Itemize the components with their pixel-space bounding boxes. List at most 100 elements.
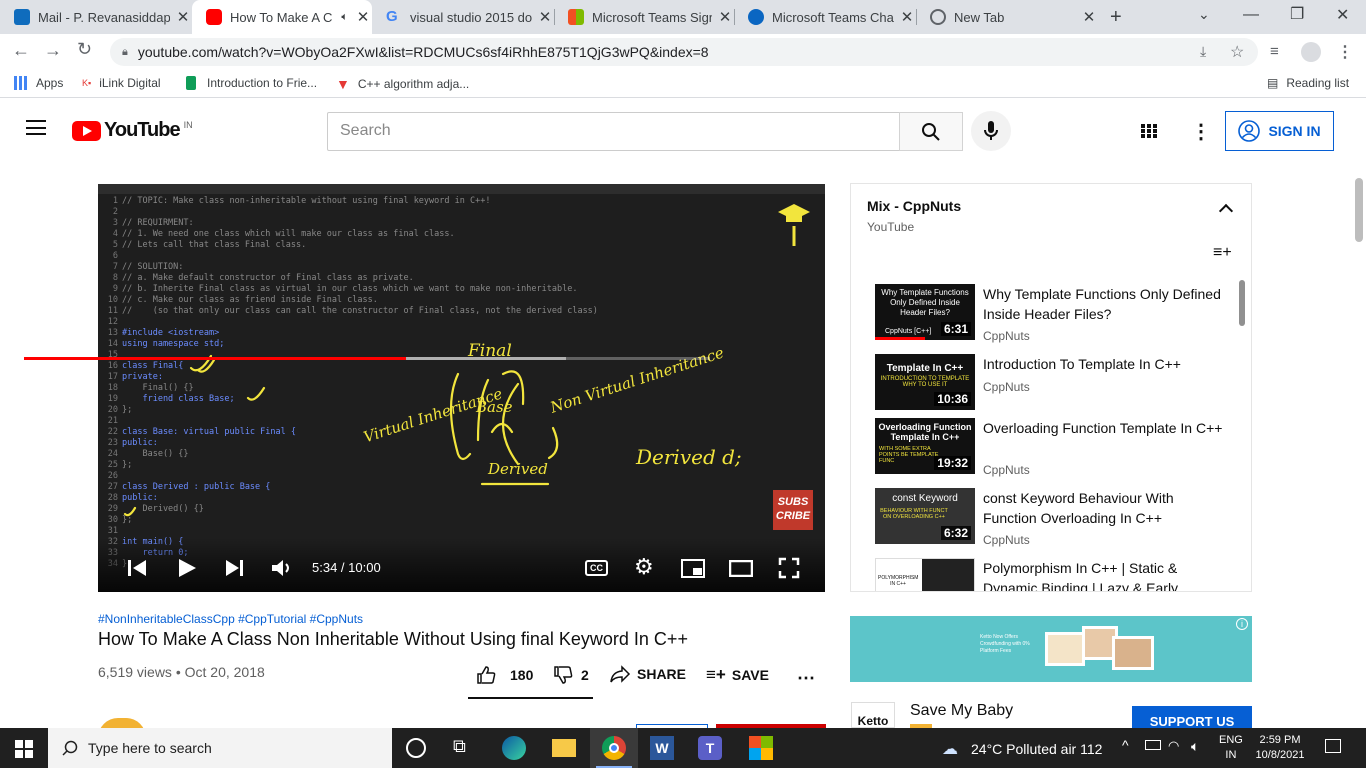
collapse-chevron-icon[interactable] [1218,203,1234,219]
video-title: How To Make A Class Non Inheritable With… [98,629,688,649]
close-tab-icon[interactable]: ✕ [536,8,554,26]
clock[interactable]: 2:59 PM 10/8/2021 [1252,733,1308,763]
language-indicator[interactable]: ENG IN [1219,733,1243,763]
store-app-icon[interactable] [749,736,773,760]
task-view-icon[interactable]: ⧉ [453,736,477,760]
volume-icon[interactable] [270,557,294,579]
triangle-logo-icon: ▼ [336,76,350,92]
bookmark-introduction[interactable]: Introduction to Frie... [186,76,317,90]
window-close-icon[interactable]: ✕ [1336,5,1349,25]
thumbs-up-icon [477,666,496,684]
playlist-title[interactable]: Mix - CppNuts [867,198,961,214]
edge-icon[interactable] [502,736,526,760]
media-control-icon[interactable]: ≡ [1270,43,1279,60]
dislike-button[interactable]: 2 [553,665,589,685]
save-playlist-icon[interactable]: ≡+ [1213,244,1232,262]
speaker-icon[interactable]: 🔈︎ [341,11,348,24]
more-actions-icon[interactable]: ⋯ [797,668,815,689]
voice-search-button[interactable] [971,111,1011,151]
play-icon[interactable] [176,557,198,579]
profile-avatar-icon[interactable] [1301,42,1321,62]
battery-icon[interactable] [1145,740,1161,750]
windows-start-icon[interactable] [15,740,33,758]
apps-grid-icon[interactable] [1141,124,1157,138]
tray-chevron-icon[interactable]: ^ [1122,737,1129,753]
captions-icon[interactable]: CC [585,560,608,576]
hamburger-menu-icon[interactable] [26,120,46,135]
theater-mode-icon[interactable] [729,560,753,577]
miniplayer-icon[interactable] [681,559,705,578]
settings-kebab-icon[interactable]: ⋮ [1191,119,1211,144]
playlist-item[interactable]: const Keyword BEHAVIOUR WITH FUNCT ON OV… [875,488,1235,550]
youtube-logo[interactable]: YouTube IN [72,119,193,142]
playlist-item[interactable]: POLYMORPHISM IN C++ Polymorphism In C++ … [875,558,1235,591]
fullscreen-icon[interactable] [778,557,800,579]
bookmark-ilink[interactable]: K▪ iLink Digital [82,76,161,90]
subscribe-badge[interactable]: SUBS CRIBE [773,490,813,530]
file-explorer-icon[interactable] [552,739,576,757]
address-bar[interactable]: 🔒︎ youtube.com/watch?v=WObyOa2FXwI&list=… [110,38,1258,66]
minimize-icon[interactable]: — [1243,6,1259,24]
cortana-icon[interactable] [406,738,426,758]
tab-youtube[interactable]: How To Make A C 🔈︎ ✕ [192,0,372,34]
restore-icon[interactable]: ❐ [1290,4,1304,24]
teams-icon[interactable]: T [698,736,722,760]
playlist-item[interactable]: Why Template Functions Only Defined Insi… [875,284,1235,346]
video-player[interactable]: 1// TOPIC: Make class non-inheritable wi… [98,184,825,592]
tab-teams-chat[interactable]: Microsoft Teams Chat ✕ [734,0,916,34]
search-icon [62,740,78,756]
progress-buffered [406,357,566,360]
notifications-icon[interactable] [1325,739,1341,753]
hashtags[interactable]: #NonInheritableClassCpp #CppTutorial #Cp… [98,612,363,626]
sign-in-button[interactable]: SIGN IN [1225,111,1334,151]
save-button[interactable]: ≡+ SAVE [706,665,769,685]
ad-photo [1045,632,1085,666]
search-button[interactable] [899,112,963,151]
install-app-icon[interactable]: ⤓ [1200,43,1206,60]
speaker-icon[interactable]: 🔈︎ [1191,738,1199,755]
bookmark-star-icon[interactable]: ☆ [1230,42,1244,62]
tab-new-tab[interactable]: New Tab ✕ [916,0,1098,34]
tab-teams-signin[interactable]: Microsoft Teams Sign ✕ [554,0,734,34]
taskbar-search-box[interactable]: Type here to search [48,728,392,768]
next-icon[interactable] [224,558,246,578]
reading-list-button[interactable]: ▤ Reading list [1267,76,1349,90]
browser-menu-icon[interactable]: ⋮ [1337,42,1353,62]
ad-info-icon[interactable]: i [1236,618,1248,630]
ad-banner[interactable]: Ketto Now Offers Crowdfunding with 0% Pl… [850,616,1252,682]
new-tab-plus-icon[interactable]: + [1110,6,1122,29]
progress-bar[interactable] [24,357,710,360]
search-input[interactable]: Search [327,112,900,151]
account-circle-icon [1238,120,1261,142]
playlist-subtitle: YouTube [867,220,915,234]
reload-icon[interactable]: ↻ [77,39,92,60]
close-tab-icon[interactable]: ✕ [716,8,734,26]
tab-mail[interactable]: Mail - P. Revanasiddap ✕ [0,0,192,34]
previous-icon[interactable] [126,558,148,578]
browser-tab-strip: Mail - P. Revanasiddap ✕ How To Make A C… [0,0,1366,34]
playlist-item[interactable]: Overloading Function Template In C++ WIT… [875,418,1235,480]
annotation-derived-d: Derived d; [635,445,742,469]
settings-gear-icon[interactable]: ⚙ [634,556,654,578]
tab-visual-studio[interactable]: G visual studio 2015 do ✕ [372,0,554,34]
tab-search-chevron-icon[interactable]: ⌄ [1198,6,1210,23]
taskbar-chrome-active[interactable] [590,728,638,768]
close-tab-icon[interactable]: ✕ [354,8,372,26]
share-button[interactable]: SHARE [609,665,686,683]
forward-arrow-icon[interactable]: → [44,40,62,61]
playlist-scrollbar[interactable] [1239,280,1245,326]
bookmark-cpp-algorithm[interactable]: ▼ C++ algorithm adja... [336,76,469,92]
wifi-icon[interactable]: ◠ [1168,738,1179,754]
close-tab-icon[interactable]: ✕ [174,8,192,26]
video-thumbnail: POLYMORPHISM IN C++ [875,558,975,591]
page-scrollbar[interactable] [1355,178,1363,242]
close-tab-icon[interactable]: ✕ [1080,8,1098,26]
close-tab-icon[interactable]: ✕ [898,8,916,26]
youtube-play-logo-icon [72,120,101,141]
bookmark-apps[interactable]: Apps [14,76,63,90]
word-icon[interactable]: W [650,736,674,760]
playlist-item[interactable]: Template In C++ INTRODUCTION TO TEMPLATE… [875,354,1235,416]
like-button[interactable]: 180 [476,665,533,685]
back-arrow-icon[interactable]: ← [12,40,30,61]
weather-text[interactable]: 24°C Polluted air 112 [971,741,1102,757]
